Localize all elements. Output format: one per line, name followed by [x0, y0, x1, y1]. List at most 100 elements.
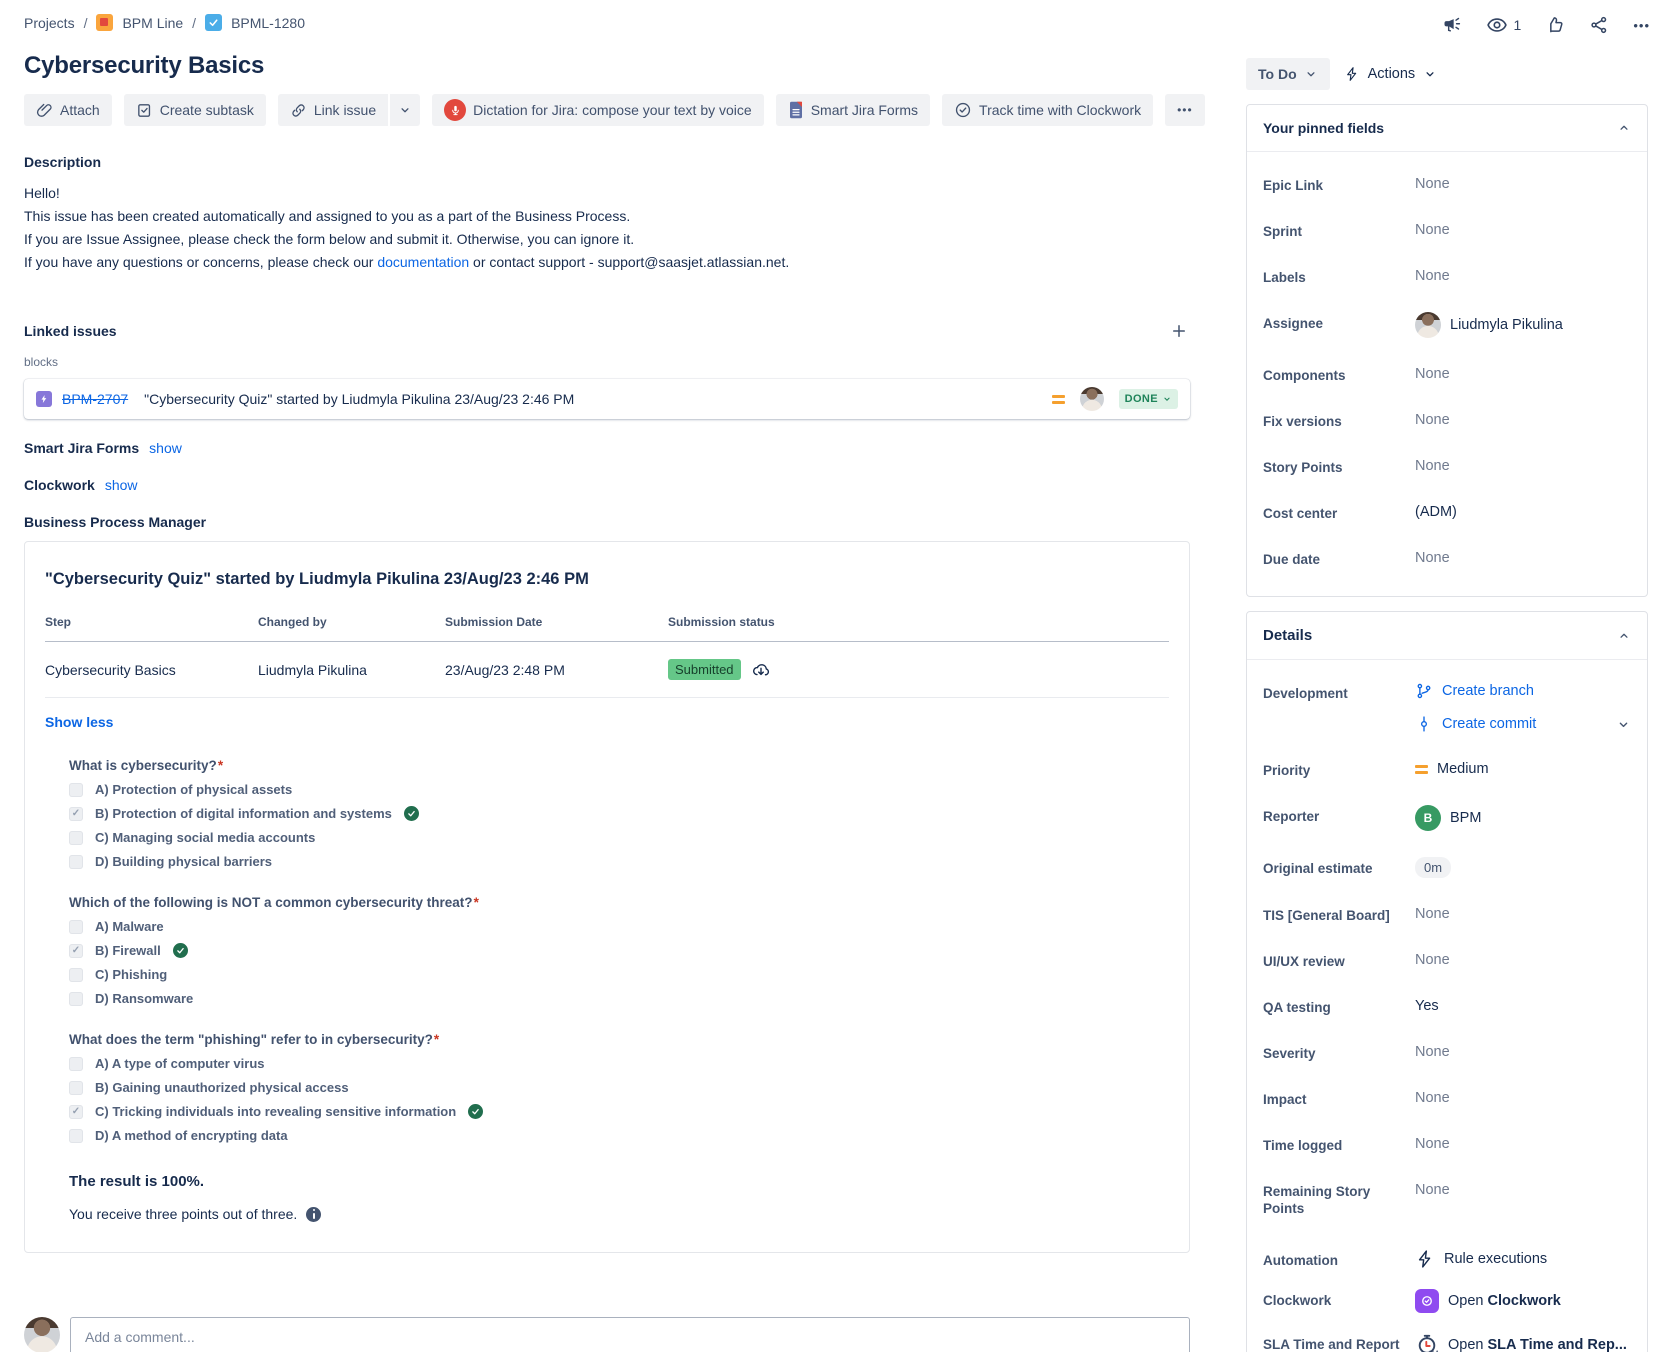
- checkbox-unchecked[interactable]: [69, 831, 83, 845]
- linked-issue-summary[interactable]: "Cybersecurity Quiz" started by Liudmyla…: [144, 391, 574, 407]
- watch-eye-icon[interactable]: 1: [1486, 14, 1522, 36]
- track-time-button[interactable]: Track time with Clockwork: [942, 94, 1153, 126]
- smart-jira-forms-button[interactable]: Smart Jira Forms: [776, 94, 930, 126]
- required-asterisk: *: [434, 1032, 439, 1047]
- status-dropdown-button[interactable]: To Do: [1246, 58, 1330, 90]
- description-line: Hello!: [24, 182, 1190, 205]
- breadcrumb-issue-key[interactable]: BPML-1280: [231, 15, 305, 31]
- field-value[interactable]: Open Clockwork: [1415, 1289, 1631, 1313]
- field-value[interactable]: SLA Open SLA Time and Rep...: [1415, 1333, 1631, 1352]
- cell-submission-date: 23/Aug/23 2:48 PM: [445, 662, 668, 678]
- link-issue-button[interactable]: Link issue: [278, 94, 388, 126]
- checkbox-unchecked[interactable]: [69, 1057, 83, 1071]
- submitted-badge: Submitted: [668, 659, 741, 680]
- dictation-button[interactable]: Dictation for Jira: compose your text by…: [432, 94, 764, 126]
- checkbox-unchecked[interactable]: [69, 783, 83, 797]
- description-line: If you are Issue Assignee, please check …: [24, 228, 1190, 251]
- field-value[interactable]: None: [1415, 1180, 1631, 1200]
- like-thumbs-up-icon[interactable]: [1545, 15, 1565, 35]
- field-label: Reporter: [1263, 805, 1415, 825]
- create-subtask-button[interactable]: Create subtask: [124, 94, 266, 126]
- field-value[interactable]: None: [1415, 220, 1631, 240]
- download-cloud-icon[interactable]: [751, 660, 771, 680]
- smart-forms-show-link[interactable]: show: [149, 440, 182, 456]
- field-row-due-date: Due date None: [1263, 548, 1631, 568]
- share-icon[interactable]: [1589, 15, 1609, 35]
- field-row-clockwork: Clockwork Open Clockwork: [1263, 1289, 1631, 1313]
- checkbox-unchecked[interactable]: [69, 920, 83, 934]
- sla-stopwatch-icon: SLA: [1415, 1333, 1439, 1352]
- checkbox-unchecked[interactable]: [69, 992, 83, 1006]
- link-issue-split-button: Link issue: [278, 94, 420, 126]
- form-document-icon: [788, 101, 804, 119]
- chevron-down-icon[interactable]: [1616, 717, 1631, 732]
- field-value[interactable]: Yes: [1415, 996, 1631, 1016]
- field-value[interactable]: None: [1415, 174, 1631, 194]
- field-value[interactable]: B BPM: [1415, 805, 1631, 831]
- field-value[interactable]: 0m: [1415, 857, 1631, 878]
- open-sla-link: Open SLA Time and Rep...: [1448, 1337, 1627, 1352]
- checkbox-unchecked[interactable]: [69, 1129, 83, 1143]
- assignee-avatar[interactable]: [1080, 387, 1104, 411]
- actions-dropdown-button[interactable]: Actions: [1344, 66, 1438, 82]
- add-linked-issue-button[interactable]: [1168, 320, 1190, 342]
- field-row-development: Development Create branch Create commit: [1263, 682, 1631, 733]
- checkbox-checked[interactable]: [69, 807, 83, 821]
- current-user-avatar[interactable]: [24, 1317, 60, 1352]
- smart-forms-section: Smart Jira Forms show: [24, 440, 1190, 456]
- show-less-link[interactable]: Show less: [45, 714, 113, 730]
- field-value[interactable]: None: [1415, 410, 1631, 430]
- dictation-label: Dictation for Jira: compose your text by…: [473, 102, 752, 118]
- field-value[interactable]: Liudmyla Pikulina: [1415, 312, 1631, 338]
- field-value[interactable]: Medium: [1415, 759, 1631, 779]
- breadcrumb-project[interactable]: BPM Line: [122, 15, 183, 31]
- checkbox-checked[interactable]: [69, 944, 83, 958]
- field-label: Original estimate: [1263, 857, 1415, 877]
- field-value[interactable]: None: [1415, 548, 1631, 568]
- field-row-assignee: Assignee Liudmyla Pikulina: [1263, 312, 1631, 338]
- documentation-link[interactable]: documentation: [377, 254, 469, 270]
- create-commit-link[interactable]: Create commit: [1415, 715, 1536, 733]
- top-bar: Projects / BPM Line / BPML-1280 1 •••: [0, 0, 1672, 36]
- more-actions-icon[interactable]: •••: [1633, 18, 1650, 33]
- link-issue-dropdown-button[interactable]: [390, 94, 420, 126]
- project-avatar-icon: [96, 14, 113, 31]
- description-line: If you have any questions or concerns, p…: [24, 251, 1190, 274]
- field-row-tis-general-board: TIS [General Board] None: [1263, 904, 1631, 924]
- linked-issue-row[interactable]: BPM-2707 "Cybersecurity Quiz" started by…: [24, 379, 1190, 419]
- field-value[interactable]: None: [1415, 904, 1631, 924]
- field-value[interactable]: None: [1415, 1088, 1631, 1108]
- field-value[interactable]: None: [1415, 1134, 1631, 1154]
- field-value[interactable]: None: [1415, 1042, 1631, 1062]
- checkbox-checked[interactable]: [69, 1105, 83, 1119]
- feedback-megaphone-icon[interactable]: [1442, 15, 1462, 35]
- checkbox-unchecked[interactable]: [69, 855, 83, 869]
- details-header[interactable]: Details: [1247, 612, 1647, 660]
- field-value[interactable]: None: [1415, 456, 1631, 476]
- field-label: Time logged: [1263, 1134, 1415, 1154]
- field-value[interactable]: None: [1415, 266, 1631, 286]
- pinned-fields-header[interactable]: Your pinned fields: [1247, 105, 1647, 152]
- quiz-option: D) A method of encrypting data: [69, 1128, 1169, 1143]
- field-value[interactable]: Rule executions: [1415, 1249, 1631, 1269]
- field-value[interactable]: None: [1415, 364, 1631, 384]
- linked-issue-status-badge[interactable]: DONE: [1119, 389, 1178, 409]
- comment-input[interactable]: [70, 1317, 1190, 1352]
- field-label: Due date: [1263, 548, 1415, 568]
- create-branch-link[interactable]: Create branch: [1415, 682, 1631, 700]
- bpm-section: Business Process Manager: [24, 514, 1190, 530]
- field-label: SLA Time and Report: [1263, 1333, 1415, 1352]
- question-label: What does the term "phishing" refer to i…: [69, 1032, 433, 1047]
- option-label: C) Managing social media accounts: [95, 830, 315, 845]
- toolbar-more-button[interactable]: •••: [1165, 94, 1205, 126]
- field-value[interactable]: (ADM): [1415, 502, 1631, 522]
- attach-button[interactable]: Attach: [24, 94, 112, 126]
- info-icon[interactable]: [306, 1207, 321, 1222]
- checkbox-unchecked[interactable]: [69, 1081, 83, 1095]
- checkbox-unchecked[interactable]: [69, 968, 83, 982]
- question-text: What does the term "phishing" refer to i…: [69, 1032, 1169, 1047]
- breadcrumb-projects[interactable]: Projects: [24, 15, 75, 31]
- clockwork-show-link[interactable]: show: [105, 477, 138, 493]
- field-value[interactable]: None: [1415, 950, 1631, 970]
- linked-issue-key[interactable]: BPM-2707: [62, 391, 128, 407]
